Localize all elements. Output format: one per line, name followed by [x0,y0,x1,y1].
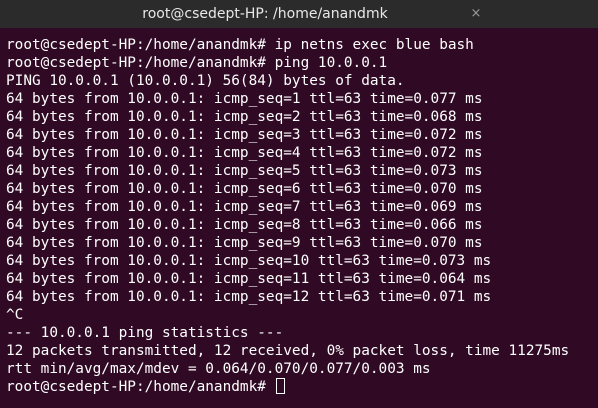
terminal-line: 64 bytes from 10.0.0.1: icmp_seq=10 ttl=… [6,253,492,269]
terminal-line: PING 10.0.0.1 (10.0.0.1) 56(84) bytes of… [6,73,405,89]
terminal-line: 12 packets transmitted, 12 received, 0% … [6,343,570,359]
window-title: root@csedept-HP: /home/anandmk [142,6,388,22]
terminal-window: root@csedept-HP: /home/anandmk × root@cs… [0,0,598,408]
terminal-line: 64 bytes from 10.0.0.1: icmp_seq=8 ttl=6… [6,217,483,233]
terminal-line: 64 bytes from 10.0.0.1: icmp_seq=4 ttl=6… [6,145,483,161]
terminal-line: rtt min/avg/max/mdev = 0.064/0.070/0.077… [6,361,431,377]
terminal-line: --- 10.0.0.1 ping statistics --- [6,325,284,341]
terminal-line: root@csedept-HP:/home/anandmk# ip netns … [6,37,474,53]
terminal-line: 64 bytes from 10.0.0.1: icmp_seq=12 ttl=… [6,289,492,305]
title-bar[interactable]: root@csedept-HP: /home/anandmk × [0,0,598,28]
terminal-line: root@csedept-HP:/home/anandmk# ping 10.0… [6,55,388,71]
terminal-line: 64 bytes from 10.0.0.1: icmp_seq=7 ttl=6… [6,199,483,215]
terminal-output[interactable]: root@csedept-HP:/home/anandmk# ip netns … [0,28,598,408]
terminal-line: 64 bytes from 10.0.0.1: icmp_seq=2 ttl=6… [6,109,483,125]
terminal-line: 64 bytes from 10.0.0.1: icmp_seq=6 ttl=6… [6,181,483,197]
terminal-line: 64 bytes from 10.0.0.1: icmp_seq=9 ttl=6… [6,235,483,251]
shell-prompt: root@csedept-HP:/home/anandmk# [6,379,275,395]
text-cursor [275,378,285,394]
prompt-line[interactable]: root@csedept-HP:/home/anandmk# [6,378,598,396]
terminal-line: 64 bytes from 10.0.0.1: icmp_seq=11 ttl=… [6,271,492,287]
terminal-line: ^C [6,307,24,323]
terminal-line: 64 bytes from 10.0.0.1: icmp_seq=5 ttl=6… [6,163,483,179]
terminal-line: 64 bytes from 10.0.0.1: icmp_seq=3 ttl=6… [6,127,483,143]
close-icon[interactable]: × [466,4,486,24]
terminal-line: 64 bytes from 10.0.0.1: icmp_seq=1 ttl=6… [6,91,483,107]
